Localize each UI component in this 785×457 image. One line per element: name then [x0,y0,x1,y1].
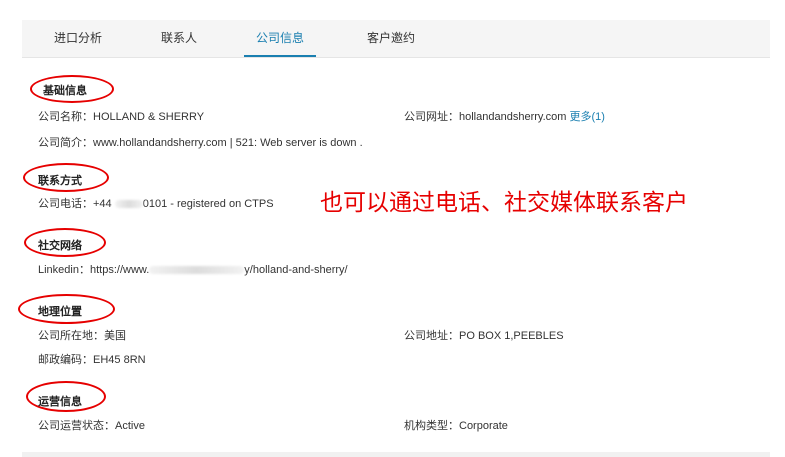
company-name-value: HOLLAND & SHERRY [93,111,205,123]
linkedin-suffix: y/holland-and-sherry/ [244,264,348,276]
section-title-ops: 运营信息 [38,396,82,408]
org-type-row: 机构类型：Corporate [404,417,508,433]
linkedin-row: Linkedin：https://www. y/holland-and-sherr… [38,261,348,277]
location-label: 公司所在地： [38,330,104,342]
postcode-row: 邮政编码：EH45 8RN [38,351,146,367]
intro-row: 公司简介：www.hollandandsherry.com | 521: Web… [38,134,363,150]
intro-label: 公司简介： [38,137,93,149]
org-type-label: 机构类型： [404,420,459,432]
status-row: 公司运营状态：Active [38,417,145,433]
address-label: 公司地址： [404,330,459,342]
website-row: 公司网址：hollandandsherry.com 更多(1) [404,108,605,124]
address-value: PO BOX 1,PEEBLES [459,330,564,342]
status-value: Active [115,420,145,432]
website-value: hollandandsherry.com [459,111,567,123]
phone-prefix: +44 [93,198,112,210]
linkedin-prefix: https://www. [89,264,150,276]
redacted-blur [114,200,143,209]
tab-customer-invite[interactable]: 客户邀约 [365,20,417,57]
section-title-contact: 联系方式 [38,175,82,187]
phone-suffix: 0101 - registered on CTPS [142,198,274,210]
address-row: 公司地址：PO BOX 1,PEEBLES [404,327,564,343]
tab-company-info[interactable]: 公司信息 [244,20,316,57]
more-websites-link[interactable]: 更多(1) [569,111,604,123]
phone-label: 公司电话： [38,198,93,210]
tab-bar: 进口分析 联系人 公司信息 客户邀约 [22,20,770,58]
section-title-geo: 地理位置 [38,306,82,318]
company-name-label: 公司名称： [38,111,93,123]
company-name-row: 公司名称：HOLLAND & SHERRY [38,108,204,124]
linkedin-label: Linkedin： [38,264,90,276]
postcode-value: EH45 8RN [93,354,146,366]
org-type-value: Corporate [459,420,508,432]
section-title-social: 社交网络 [38,240,82,252]
redacted-blur [149,266,245,275]
phone-row: 公司电话：+44 0101 - registered on CTPS [38,195,274,211]
red-annotation-text: 也可以通过电话、社交媒体联系客户 [320,190,688,216]
location-row: 公司所在地：美国 [38,327,126,343]
section-title-basic: 基础信息 [43,85,87,97]
location-value: 美国 [104,330,126,342]
tab-import-analysis[interactable]: 进口分析 [52,20,104,57]
intro-value: www.hollandandsherry.com | 521: Web serv… [93,137,363,149]
bottom-divider [22,452,770,457]
tab-contacts[interactable]: 联系人 [159,20,199,57]
status-label: 公司运营状态： [38,420,115,432]
postcode-label: 邮政编码： [38,354,93,366]
website-label: 公司网址： [404,111,459,123]
